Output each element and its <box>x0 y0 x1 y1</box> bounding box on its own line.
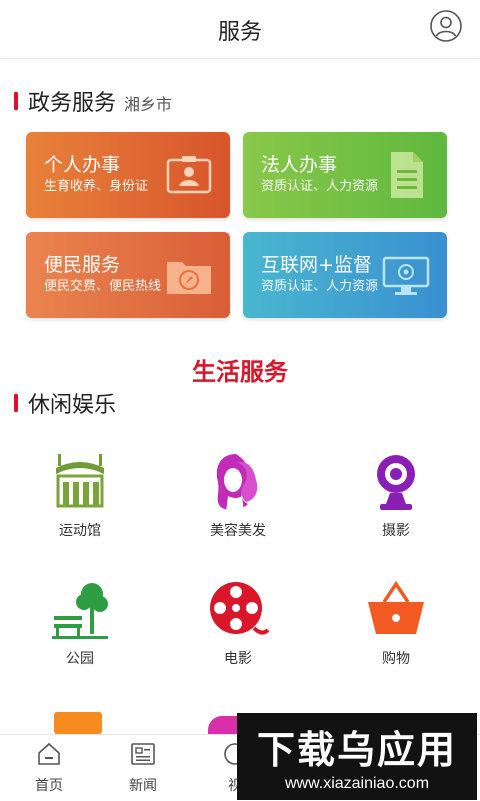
card-desc: 生育收养、身份证 <box>44 179 149 194</box>
city-label[interactable]: 湘乡市 <box>124 91 172 115</box>
gov-section-header: 政务服务 湘乡市 <box>14 86 172 116</box>
card-personal-affairs[interactable]: 个人办事 生育收养、身份证 <box>26 132 230 218</box>
camera-icon <box>377 455 415 510</box>
grid-label: 美容美发 <box>210 523 266 539</box>
card-title: 个人办事 <box>44 154 121 176</box>
grid-label: 电影 <box>224 651 252 667</box>
section-marker <box>14 394 18 412</box>
card-desc: 便民交费、便民热线 <box>44 279 162 294</box>
life-services-title: 生活服务 <box>192 358 288 386</box>
watermark-text: 下载乌应用 <box>256 728 457 772</box>
folder-compass-icon <box>164 250 214 300</box>
tab-label: 首页 <box>35 778 63 794</box>
card-desc: 资质认证、人力资源 <box>261 179 379 194</box>
grid-item-beauty-salon[interactable]: 美容美发 <box>178 450 298 550</box>
gov-section-title: 政务服务 <box>28 91 117 116</box>
tab-label: 新闻 <box>129 778 157 794</box>
page-title: 服务 <box>217 20 262 45</box>
card-legal-affairs[interactable]: 法人办事 资质认证、人力资源 <box>243 132 447 218</box>
film-reel-icon <box>210 582 270 635</box>
home-icon <box>38 742 60 765</box>
grid-item-stadium[interactable]: 运动馆 <box>20 450 140 550</box>
shopping-basket-icon <box>368 580 424 634</box>
card-desc: 资质认证、人力资源 <box>261 279 379 294</box>
card-title: 互联网+监督 <box>261 254 372 276</box>
grid-label: 公园 <box>66 651 94 667</box>
id-card-icon <box>164 150 214 200</box>
grid-item-park[interactable]: 公园 <box>20 578 140 678</box>
tab-news[interactable]: 新闻 <box>108 741 178 795</box>
card-convenience-services[interactable]: 便民服务 便民交费、便民热线 <box>26 232 230 318</box>
top-header: 服务 <box>0 0 480 59</box>
document-icon <box>381 150 431 200</box>
stadium-icon <box>56 454 104 508</box>
grid-label: 摄影 <box>382 523 410 539</box>
park-icon <box>52 583 108 639</box>
card-title: 法人办事 <box>261 154 338 176</box>
section-marker <box>14 92 18 110</box>
grid-item-photography[interactable]: 摄影 <box>336 450 456 550</box>
tab-home[interactable]: 首页 <box>14 741 84 795</box>
card-internet-supervision[interactable]: 互联网+监督 资质认证、人力资源 <box>243 232 447 318</box>
partial-grid-icon-magenta[interactable] <box>208 716 238 734</box>
grid-label: 购物 <box>382 651 410 667</box>
news-icon <box>131 743 155 765</box>
grid-label: 运动馆 <box>59 523 101 539</box>
watermark-url: www.xiazainiao.com <box>284 775 430 792</box>
watermark-overlay: 下载乌应用 www.xiazainiao.com <box>237 713 477 800</box>
card-title: 便民服务 <box>44 254 121 276</box>
leisure-section-title: 休闲娱乐 <box>28 393 117 418</box>
grid-item-shopping[interactable]: 购物 <box>336 578 456 678</box>
grid-item-movie[interactable]: 电影 <box>178 578 298 678</box>
user-avatar-icon[interactable] <box>430 10 462 42</box>
monitor-icon <box>381 250 431 300</box>
hair-salon-icon <box>216 454 258 512</box>
leisure-section-header: 休闲娱乐 <box>14 388 116 418</box>
partial-grid-icon-orange[interactable] <box>54 712 102 734</box>
